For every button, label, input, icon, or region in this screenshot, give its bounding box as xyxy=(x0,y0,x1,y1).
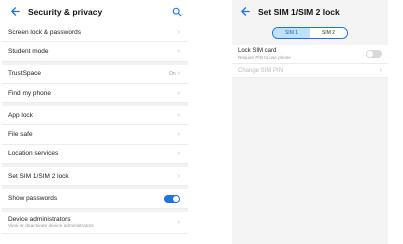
screen-lock-passwords-item[interactable]: Screen lock & passwords › xyxy=(2,23,188,43)
item-label: TrustSpace xyxy=(8,70,41,78)
item-label: Lock SIM card xyxy=(238,48,277,54)
page-title: Set SIM 1/SIM 2 lock xyxy=(258,6,340,17)
lock-sim-toggle[interactable] xyxy=(366,50,382,58)
item-sublabel: Require PIN to use phone xyxy=(238,55,291,60)
chevron-right-icon: › xyxy=(177,89,180,97)
search-icon[interactable] xyxy=(170,5,184,19)
page-title: Security & privacy xyxy=(28,6,103,17)
file-safe-item[interactable]: File safe › xyxy=(2,125,188,145)
chevron-right-icon: › xyxy=(177,28,180,36)
back-arrow-icon[interactable] xyxy=(238,5,252,19)
trustspace-item[interactable]: TrustSpace On › xyxy=(2,65,188,84)
settings-list: Screen lock & passwords › Student mode ›… xyxy=(2,23,188,234)
chevron-right-icon: › xyxy=(177,172,180,180)
sim-lock-screen: Set SIM 1/SIM 2 lock SIM 1 SIM 2 Lock SI… xyxy=(232,0,388,244)
location-services-item[interactable]: Location services › xyxy=(2,145,188,165)
item-label: Show passwords xyxy=(8,195,58,203)
item-label: App lock xyxy=(8,111,33,119)
tab-sim-1[interactable]: SIM 1 xyxy=(273,28,310,38)
item-label: Device administrators xyxy=(8,215,71,223)
security-privacy-screen: Security & privacy Screen lock & passwor… xyxy=(2,0,188,244)
trustspace-status: On xyxy=(168,70,176,77)
sim-lock-item[interactable]: Set SIM 1/SIM 2 lock › xyxy=(2,167,188,187)
item-label: Student mode xyxy=(8,47,49,55)
item-label: Set SIM 1/SIM 2 lock xyxy=(8,172,69,180)
item-label: Find my phone xyxy=(8,89,51,97)
chevron-right-icon: › xyxy=(177,218,180,226)
sim-lock-settings: Lock SIM card Require PIN to use phone C… xyxy=(232,45,388,78)
chevron-right-icon: › xyxy=(379,67,382,74)
student-mode-item[interactable]: Student mode › xyxy=(2,42,188,62)
chevron-right-icon: › xyxy=(177,47,180,55)
back-arrow-icon[interactable] xyxy=(8,5,22,19)
header: Set SIM 1/SIM 2 lock xyxy=(232,0,388,23)
show-passwords-item: Show passwords xyxy=(2,189,188,209)
show-passwords-toggle[interactable] xyxy=(164,194,180,203)
change-sim-pin-item[interactable]: Change SIM PIN › xyxy=(232,64,388,78)
chevron-right-icon: › xyxy=(177,70,180,78)
chevron-right-icon: › xyxy=(177,150,180,158)
item-label: Screen lock & passwords xyxy=(8,28,81,36)
sim-tabs: SIM 1 SIM 2 xyxy=(232,23,388,45)
chevron-right-icon: › xyxy=(177,111,180,119)
find-my-phone-item[interactable]: Find my phone › xyxy=(2,84,188,104)
tab-sim-2[interactable]: SIM 2 xyxy=(310,28,347,38)
item-label: File safe xyxy=(8,131,33,139)
item-sublabel: View or deactivate device administrators xyxy=(8,223,94,229)
item-label: Location services xyxy=(8,150,59,158)
header: Security & privacy xyxy=(2,0,188,23)
chevron-right-icon: › xyxy=(177,131,180,139)
app-lock-item[interactable]: App lock › xyxy=(2,106,188,126)
item-label: Change SIM PIN xyxy=(238,67,284,74)
lock-sim-card-item: Lock SIM card Require PIN to use phone xyxy=(232,45,388,64)
device-administrators-item[interactable]: Device administrators View or deactivate… xyxy=(2,212,188,234)
